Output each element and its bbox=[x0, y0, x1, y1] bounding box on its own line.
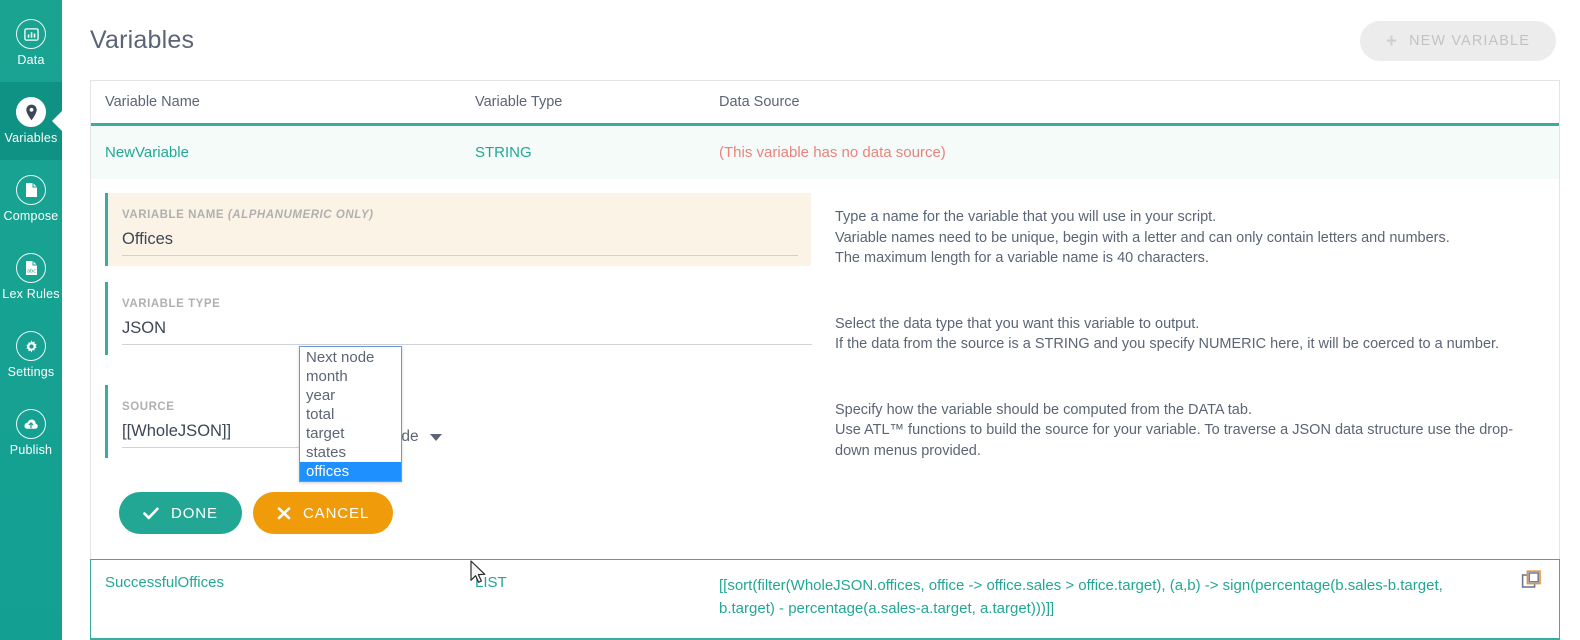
document-code-icon: abc bbox=[16, 253, 46, 284]
variable-type-label: VARIABLE TYPE bbox=[122, 298, 221, 310]
main-content: Variables + NEW VARIABLE Variable Name V… bbox=[62, 0, 1580, 640]
variable-type-input[interactable] bbox=[122, 319, 812, 345]
help-text-variable-name: Type a name for the variable that you wi… bbox=[835, 209, 1450, 266]
new-variable-button[interactable]: + NEW VARIABLE bbox=[1359, 21, 1556, 61]
cancel-button[interactable]: CANCEL bbox=[252, 492, 394, 534]
cancel-label: CANCEL bbox=[302, 504, 370, 522]
sidebar-item-label: Lex Rules bbox=[2, 287, 60, 302]
dropdown-option[interactable]: month bbox=[300, 367, 401, 386]
sidebar: Data Variables Compose abc Lex Rules Set… bbox=[0, 0, 62, 640]
sidebar-item-variables[interactable]: Variables bbox=[0, 82, 62, 160]
editor-fields: VARIABLE NAME (ALPHANUMERIC ONLY) VARIAB… bbox=[91, 193, 812, 543]
dropdown-option[interactable]: target bbox=[300, 424, 401, 443]
cell-variable-name: NewVariable bbox=[105, 144, 189, 161]
map-pin-icon bbox=[16, 97, 46, 128]
sidebar-item-label: Data bbox=[17, 53, 45, 68]
source-input[interactable] bbox=[122, 422, 322, 448]
variable-name-label: VARIABLE NAME (ALPHANUMERIC ONLY) bbox=[122, 209, 797, 221]
source-label: SOURCE bbox=[122, 401, 175, 413]
source-field-group: SOURCE Next node bbox=[105, 385, 811, 458]
close-icon bbox=[277, 506, 291, 520]
app-root: Data Variables Compose abc Lex Rules Set… bbox=[0, 0, 1580, 640]
page-header: Variables + NEW VARIABLE bbox=[62, 0, 1580, 80]
dropdown-option-selected[interactable]: offices bbox=[300, 462, 401, 481]
plus-icon: + bbox=[1385, 30, 1399, 52]
table-row[interactable]: SuccessfulOffices LIST [[sort(filter(Who… bbox=[90, 559, 1560, 640]
table-row[interactable]: NewVariable STRING (This variable has no… bbox=[91, 123, 1559, 179]
source-row: Next node bbox=[122, 422, 797, 448]
gear-icon bbox=[16, 331, 46, 362]
column-header-variable-name: Variable Name bbox=[105, 94, 200, 110]
sidebar-item-compose[interactable]: Compose bbox=[0, 160, 62, 238]
sidebar-item-lex-rules[interactable]: abc Lex Rules bbox=[0, 238, 62, 316]
done-button[interactable]: DONE bbox=[119, 492, 242, 534]
new-variable-label: NEW VARIABLE bbox=[1409, 33, 1530, 49]
variable-name-label-main: VARIABLE NAME bbox=[122, 209, 228, 221]
svg-text:abc: abc bbox=[27, 269, 36, 275]
column-header-data-source: Data Source bbox=[719, 94, 800, 110]
sidebar-item-label: Compose bbox=[3, 209, 59, 224]
dropdown-option[interactable]: Next node bbox=[300, 348, 401, 367]
table-header-row: Variable Name Variable Type Data Source bbox=[91, 81, 1559, 123]
variable-type-field-group: VARIABLE TYPE bbox=[105, 282, 812, 355]
sidebar-item-label: Settings bbox=[7, 365, 55, 380]
chart-bar-icon bbox=[16, 19, 46, 50]
chevron-down-icon bbox=[429, 433, 442, 441]
sidebar-item-data[interactable]: Data bbox=[0, 4, 62, 82]
dropdown-option[interactable]: total bbox=[300, 405, 401, 424]
document-icon bbox=[16, 175, 46, 206]
dropdown-option[interactable]: year bbox=[300, 386, 401, 405]
cloud-upload-icon bbox=[16, 409, 46, 440]
help-text-variable-type: Select the data type that you want this … bbox=[835, 315, 1500, 353]
cell-data-source: (This variable has no data source) bbox=[719, 144, 946, 161]
variable-name-input[interactable] bbox=[122, 230, 798, 256]
variable-name-field-group: VARIABLE NAME (ALPHANUMERIC ONLY) bbox=[105, 193, 811, 266]
cell-variable-type: LIST bbox=[475, 574, 507, 591]
editor-actions: DONE CANCEL bbox=[105, 458, 811, 534]
done-label: DONE bbox=[171, 504, 218, 522]
variable-editor: VARIABLE NAME (ALPHANUMERIC ONLY) VARIAB… bbox=[91, 179, 1559, 543]
sidebar-item-publish[interactable]: Publish bbox=[0, 394, 62, 472]
variables-table: Variable Name Variable Type Data Source … bbox=[90, 80, 1560, 640]
column-header-variable-type: Variable Type bbox=[475, 94, 563, 110]
sidebar-item-label: Publish bbox=[9, 443, 53, 458]
cell-variable-type: STRING bbox=[475, 144, 532, 161]
editor-help: Type a name for the variable that you wi… bbox=[811, 193, 1559, 543]
variable-name-label-hint: (ALPHANUMERIC ONLY) bbox=[227, 209, 374, 221]
copy-icon[interactable] bbox=[1521, 569, 1543, 591]
help-text-source: Specify how the variable should be compu… bbox=[835, 401, 1514, 459]
check-icon bbox=[143, 507, 159, 520]
sidebar-item-label: Variables bbox=[4, 131, 58, 146]
page-title: Variables bbox=[90, 25, 195, 54]
cell-variable-name: SuccessfulOffices bbox=[105, 574, 224, 591]
next-node-dropdown[interactable]: Next node month year total target states… bbox=[299, 346, 402, 482]
cell-data-source: [[sort(filter(WholeJSON.offices, office … bbox=[719, 577, 1443, 617]
sidebar-item-settings[interactable]: Settings bbox=[0, 316, 62, 394]
dropdown-option[interactable]: states bbox=[300, 443, 401, 462]
